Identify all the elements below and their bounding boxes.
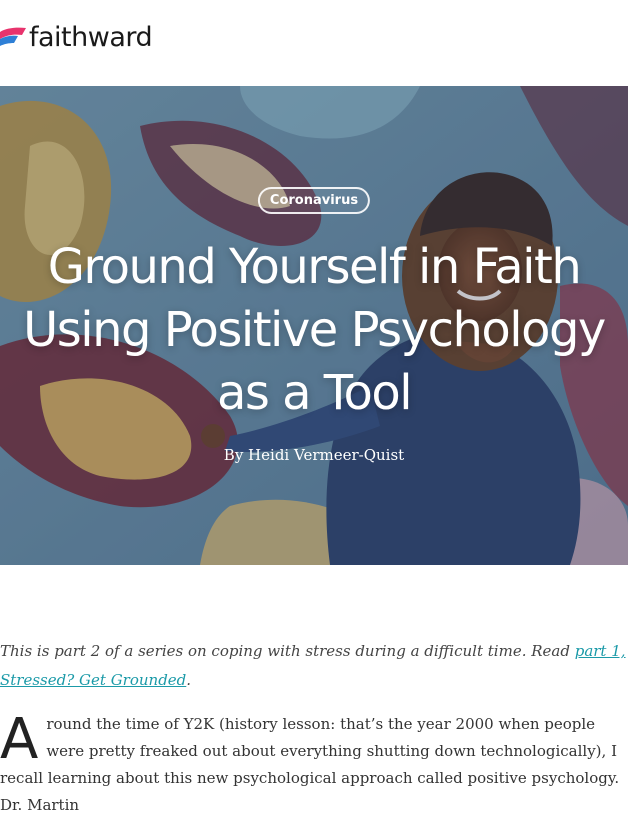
intro-end: . <box>186 671 192 689</box>
faithward-logo-icon <box>0 27 26 46</box>
drop-cap: A <box>0 707 39 772</box>
site-header: faithward <box>0 0 628 86</box>
series-intro: This is part 2 of a series on coping wit… <box>0 637 628 695</box>
first-paragraph: Around the time of Y2K (history lesson: … <box>0 711 628 819</box>
category-tag[interactable]: Coronavirus <box>257 187 371 214</box>
article-body: This is part 2 of a series on coping wit… <box>0 637 628 819</box>
article-title: Ground Yourself in Faith Using Positive … <box>23 239 606 421</box>
logo-text: faithward <box>29 22 153 53</box>
hero-content: Coronavirus Ground Yourself in Faith Usi… <box>0 86 628 565</box>
paragraph-text: round the time of Y2K (history lesson: t… <box>0 715 620 814</box>
intro-text: This is part 2 of a series on coping wit… <box>0 642 575 660</box>
faithward-logo[interactable]: faithward <box>0 22 153 53</box>
hero-banner: Coronavirus Ground Yourself in Faith Usi… <box>0 86 628 565</box>
author-byline: By Heidi Vermeer-Quist <box>223 446 405 464</box>
